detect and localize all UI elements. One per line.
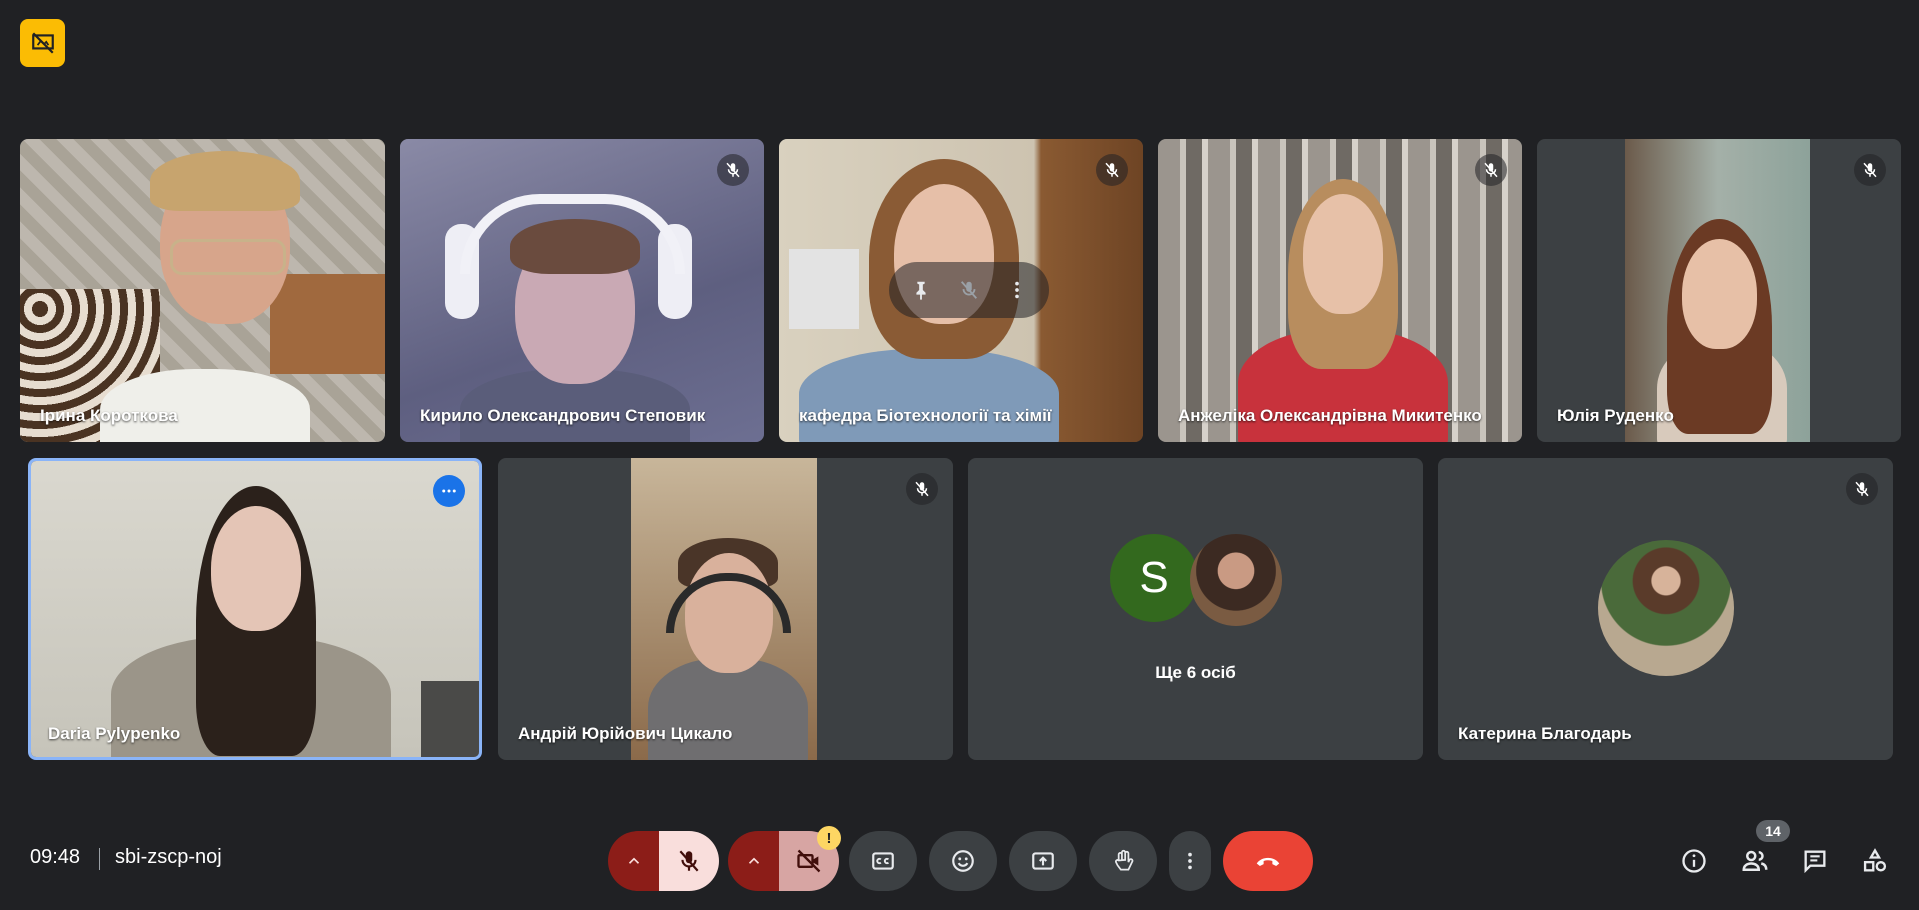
muted-indicator [906,473,938,505]
mic-off-icon [1855,481,1869,497]
avatar: S [1110,534,1198,622]
leave-call-button[interactable] [1223,831,1313,891]
muted-indicator [1846,473,1878,505]
participant-name: Daria Pylypenko [48,724,181,743]
muted-indicator [717,154,749,186]
people-button[interactable] [1736,842,1774,880]
more-participants-tile[interactable]: S Ще 6 осіб [968,458,1423,760]
people-icon [1742,850,1768,871]
more-options-button[interactable] [1169,831,1211,891]
video-options-button[interactable] [728,831,780,891]
camera-warning-badge[interactable]: ! [817,826,841,850]
participant-tile[interactable]: Ірина Короткова [20,139,385,442]
mic-off-icon [915,481,929,497]
avatar [1598,540,1734,676]
present-button[interactable] [1009,831,1077,891]
meeting-clock: 09:48 [30,846,81,868]
mic-off-icon [1105,162,1119,178]
camera-off-icon [797,849,821,873]
mic-off-icon [679,850,699,872]
muted-indicator [1475,154,1507,186]
meeting-code[interactable]: sbi-zscp-noj [115,846,222,869]
participant-name: Юлія Руденко [1557,406,1674,425]
participant-tile-active[interactable]: Daria Pylypenko [28,458,482,760]
participant-tile[interactable]: Кирило Олександрович Степовик [400,139,764,442]
mic-off-icon [1484,162,1498,178]
reactions-button[interactable] [929,831,997,891]
mic-off-icon [1863,162,1877,178]
tile-hover-controls [889,262,1049,318]
participant-name: кафедра Біотехнології та хімії [799,406,1052,425]
activities-icon [1863,848,1887,872]
more-options-button[interactable] [433,475,465,507]
mic-off-icon[interactable] [958,279,980,301]
mic-off-icon [726,162,740,178]
info-icon [1682,849,1706,873]
participant-name: Катерина Благодарь [1458,724,1632,743]
more-participants-label: Ще 6 осіб [1155,663,1236,682]
activities-button[interactable] [1856,842,1894,880]
emoji-icon [952,850,974,872]
more-vert-icon[interactable] [1006,279,1028,301]
divider [99,848,100,870]
muted-indicator [1854,154,1886,186]
more-vert-icon [1188,852,1192,870]
participant-count-badge: 14 [1756,820,1790,842]
participant-name: Андрій Юрійович Цикало [518,724,733,743]
present-icon [1032,852,1054,870]
participant-tile[interactable]: Андрій Юрійович Цикало [498,458,953,760]
mic-toggle-button[interactable] [659,831,719,891]
muted-indicator [1096,154,1128,186]
presentation-indicator[interactable] [20,19,65,67]
presentation-off-icon [31,32,54,54]
chat-button[interactable] [1796,842,1834,880]
more-horiz-icon [442,489,456,493]
captions-icon [872,852,894,870]
captions-button[interactable] [849,831,917,891]
participant-name: Анжеліка Олександрівна Микитенко [1178,406,1482,425]
avatar [1190,534,1282,626]
audio-options-button[interactable] [608,831,660,891]
pin-icon[interactable] [910,279,932,301]
participant-name: Кирило Олександрович Степовик [420,406,706,425]
raise-hand-button[interactable] [1089,831,1157,891]
participant-tile[interactable]: Юлія Руденко [1537,139,1901,442]
meeting-details-button[interactable] [1675,842,1713,880]
participant-name: Ірина Короткова [40,406,178,425]
chat-icon [1804,850,1826,874]
chevron-up-icon [748,857,760,864]
call-end-icon [1256,857,1280,866]
chevron-up-icon [628,857,640,864]
participant-tile[interactable]: Катерина Благодарь [1438,458,1893,760]
participant-tile[interactable]: кафедра Біотехнології та хімії [779,139,1143,442]
participant-tile[interactable]: Анжеліка Олександрівна Микитенко [1158,139,1522,442]
raise-hand-icon [1115,849,1134,871]
